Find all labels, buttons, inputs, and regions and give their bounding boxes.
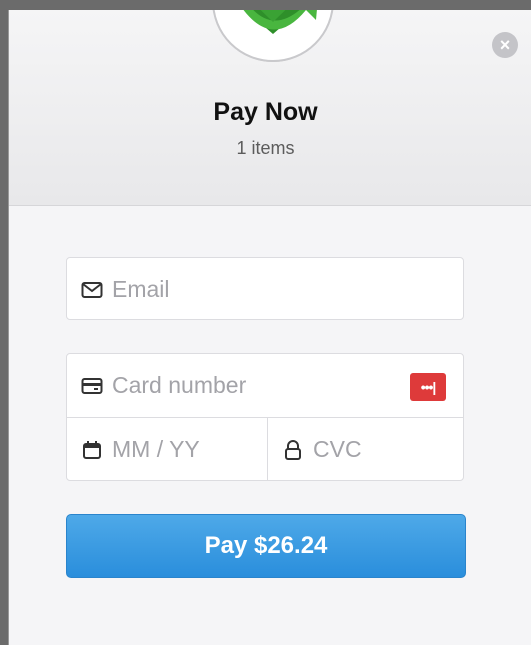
expiry-field[interactable]: MM / YY — [67, 418, 267, 481]
close-button[interactable]: × — [492, 32, 518, 58]
email-placeholder: Email — [112, 276, 170, 302]
email-row[interactable]: Email — [67, 258, 463, 321]
calendar-icon — [81, 439, 103, 461]
cvc-field[interactable]: CVC — [268, 418, 463, 481]
card-number-placeholder: Card number — [112, 372, 247, 398]
pay-button[interactable]: Pay $26.24 — [66, 514, 466, 578]
cvc-placeholder: CVC — [313, 436, 362, 462]
expiry-placeholder: MM / YY — [112, 436, 200, 462]
credit-card-icon — [81, 375, 103, 397]
card-brand-icon: •••| — [410, 373, 446, 401]
page-title: Pay Now — [213, 98, 318, 126]
card-details-group: Card number •••| MM / YY CVC — [66, 353, 464, 481]
envelope-icon — [81, 279, 103, 301]
lock-icon — [282, 439, 304, 461]
item-count: 1 items — [236, 138, 295, 158]
card-number-field[interactable]: Card number •••| — [67, 354, 463, 417]
email-field[interactable]: Email — [66, 257, 464, 320]
